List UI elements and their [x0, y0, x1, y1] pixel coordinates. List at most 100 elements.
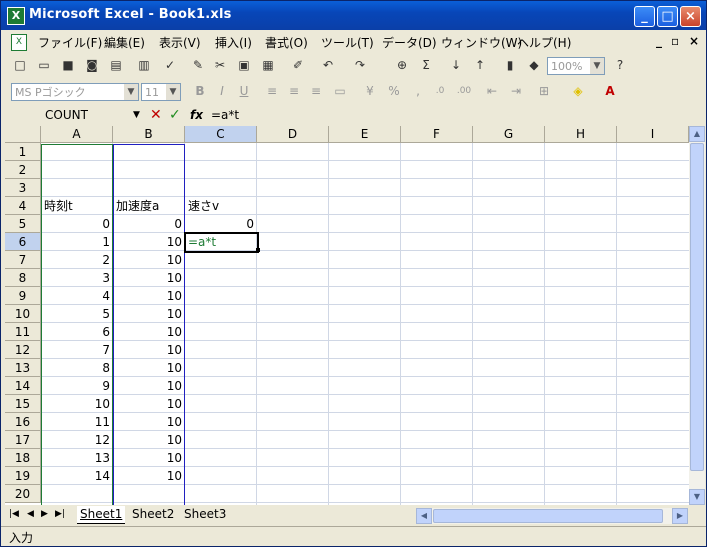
row-header-19[interactable]: 19 [5, 467, 41, 485]
horizontal-scrollbar[interactable]: ◀ ▶ [416, 508, 688, 524]
document-icon[interactable]: X [11, 34, 27, 51]
tab-sheet2[interactable]: Sheet2 [129, 506, 177, 523]
currency-icon[interactable]: ¥ [361, 82, 379, 100]
borders-icon[interactable]: ⊞ [535, 82, 553, 100]
row-header-12[interactable]: 12 [5, 341, 41, 359]
formula-input[interactable]: =a*t [211, 106, 239, 124]
autosum-icon[interactable]: Σ [417, 56, 435, 74]
spelling-icon[interactable]: ✓ [161, 56, 179, 74]
print-icon[interactable]: ▤ [107, 56, 125, 74]
format-painter-icon[interactable]: ✐ [289, 56, 307, 74]
undo-icon[interactable]: ↶ [319, 56, 337, 74]
vertical-scrollbar[interactable]: ▲ ▼ [689, 126, 705, 505]
column-header-a[interactable]: A [41, 126, 113, 143]
worksheet-grid[interactable]: A B C D E F G H I 1 2 3 4 5 6 7 8 9 10 1… [5, 126, 689, 505]
cell-b18[interactable]: 10 [113, 449, 182, 467]
menu-view[interactable]: 表示(V) [159, 34, 201, 51]
select-all-button[interactable] [5, 126, 41, 143]
cell-a17[interactable]: 12 [41, 431, 110, 449]
row-header-9[interactable]: 9 [5, 287, 41, 305]
cell-a7[interactable]: 2 [41, 251, 110, 269]
column-header-g[interactable]: G [473, 126, 545, 143]
fill-handle[interactable] [256, 248, 260, 252]
last-sheet-icon[interactable]: ▶| [55, 509, 65, 519]
cell-b6[interactable]: 10 [113, 233, 182, 251]
cell-a18[interactable]: 13 [41, 449, 110, 467]
underline-icon[interactable]: U [235, 82, 253, 100]
increase-decimal-icon[interactable]: .0 [431, 82, 449, 100]
scroll-right-icon[interactable]: ▶ [672, 508, 688, 524]
row-header-5[interactable]: 5 [5, 215, 41, 233]
cell-b10[interactable]: 10 [113, 305, 182, 323]
cell-a13[interactable]: 8 [41, 359, 110, 377]
menu-window[interactable]: ウィンドウ(W) [441, 34, 522, 51]
scroll-thumb[interactable] [690, 143, 704, 471]
fill-color-icon[interactable]: ◈ [569, 82, 587, 100]
print-preview-icon[interactable]: ▥ [135, 56, 153, 74]
tab-sheet1[interactable]: Sheet1 [77, 506, 126, 524]
cell-a16[interactable]: 11 [41, 413, 110, 431]
redo-icon[interactable]: ↷ [351, 56, 369, 74]
save-icon[interactable]: ■ [59, 56, 77, 74]
tab-sheet3[interactable]: Sheet3 [181, 506, 229, 523]
doc-minimize-button[interactable]: _ [656, 34, 662, 48]
row-header-2[interactable]: 2 [5, 161, 41, 179]
doc-close-button[interactable]: × [689, 34, 699, 48]
close-button[interactable]: × [680, 6, 701, 27]
row-header-7[interactable]: 7 [5, 251, 41, 269]
row-header-14[interactable]: 14 [5, 377, 41, 395]
cell-a12[interactable]: 7 [41, 341, 110, 359]
font-name-select[interactable]: MS Pゴシック ▼ [11, 83, 139, 101]
menu-help[interactable]: ヘルプ(H) [517, 34, 571, 51]
column-header-i[interactable]: I [617, 126, 689, 143]
hyperlink-icon[interactable]: ⊕ [393, 56, 411, 74]
menu-edit[interactable]: 編集(E) [104, 34, 145, 51]
cell-a4[interactable]: 時刻t [44, 197, 73, 215]
decrease-decimal-icon[interactable]: .00 [455, 82, 473, 100]
zoom-select[interactable]: 100% ▼ [547, 57, 605, 75]
row-header-1[interactable]: 1 [5, 143, 41, 161]
row-header-16[interactable]: 16 [5, 413, 41, 431]
row-header-20[interactable]: 20 [5, 485, 41, 503]
cell-b8[interactable]: 10 [113, 269, 182, 287]
row-header-11[interactable]: 11 [5, 323, 41, 341]
scroll-up-icon[interactable]: ▲ [689, 126, 705, 142]
cell-c5[interactable]: 0 [185, 215, 254, 233]
row-header-15[interactable]: 15 [5, 395, 41, 413]
cell-a8[interactable]: 3 [41, 269, 110, 287]
comma-icon[interactable]: , [409, 82, 427, 100]
decrease-indent-icon[interactable]: ⇤ [483, 82, 501, 100]
cell-b7[interactable]: 10 [113, 251, 182, 269]
new-icon[interactable]: □ [11, 56, 29, 74]
cell-a14[interactable]: 9 [41, 377, 110, 395]
italic-icon[interactable]: I [213, 82, 231, 100]
prev-sheet-icon[interactable]: ◀ [27, 509, 34, 519]
align-right-icon[interactable]: ≡ [307, 82, 325, 100]
cell-b17[interactable]: 10 [113, 431, 182, 449]
open-icon[interactable]: ▭ [35, 56, 53, 74]
cell-b15[interactable]: 10 [113, 395, 182, 413]
cell-b13[interactable]: 10 [113, 359, 182, 377]
column-header-e[interactable]: E [329, 126, 401, 143]
cell-a10[interactable]: 5 [41, 305, 110, 323]
help-icon[interactable]: ? [611, 56, 629, 74]
row-header-10[interactable]: 10 [5, 305, 41, 323]
merge-center-icon[interactable]: ▭ [331, 82, 349, 100]
cell-a9[interactable]: 4 [41, 287, 110, 305]
align-left-icon[interactable]: ≡ [263, 82, 281, 100]
column-header-f[interactable]: F [401, 126, 473, 143]
menu-tools[interactable]: ツール(T) [321, 34, 374, 51]
scroll-left-icon[interactable]: ◀ [416, 508, 432, 524]
cell-c6-editing[interactable]: =a*t [188, 233, 216, 251]
menu-format[interactable]: 書式(O) [265, 34, 308, 51]
minimize-button[interactable]: _ [634, 6, 655, 27]
drawing-icon[interactable]: ◆ [525, 56, 543, 74]
row-header-4[interactable]: 4 [5, 197, 41, 215]
column-header-h[interactable]: H [545, 126, 617, 143]
cell-b14[interactable]: 10 [113, 377, 182, 395]
cancel-icon[interactable]: ✕ [150, 106, 162, 124]
enter-icon[interactable]: ✓ [169, 106, 181, 124]
cell-c4[interactable]: 速さv [188, 197, 219, 215]
cell-a19[interactable]: 14 [41, 467, 110, 485]
cell-a11[interactable]: 6 [41, 323, 110, 341]
